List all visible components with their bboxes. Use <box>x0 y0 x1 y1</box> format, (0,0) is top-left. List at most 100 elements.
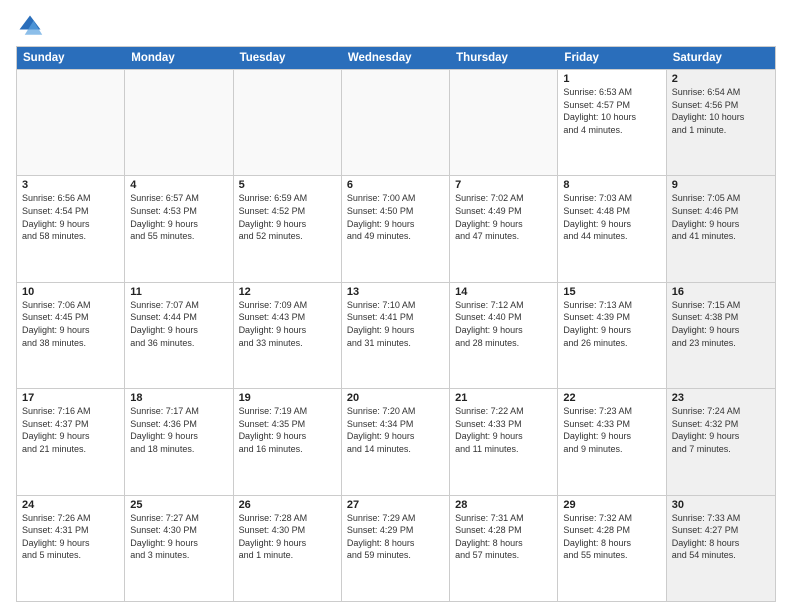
day-info: Sunrise: 7:02 AM Sunset: 4:49 PM Dayligh… <box>455 192 552 242</box>
day-number: 25 <box>130 499 227 511</box>
calendar-cell: 28Sunrise: 7:31 AM Sunset: 4:28 PM Dayli… <box>450 496 558 601</box>
calendar-cell: 30Sunrise: 7:33 AM Sunset: 4:27 PM Dayli… <box>667 496 775 601</box>
calendar-cell: 29Sunrise: 7:32 AM Sunset: 4:28 PM Dayli… <box>558 496 666 601</box>
day-info: Sunrise: 7:12 AM Sunset: 4:40 PM Dayligh… <box>455 299 552 349</box>
day-info: Sunrise: 7:20 AM Sunset: 4:34 PM Dayligh… <box>347 405 444 455</box>
calendar-cell: 11Sunrise: 7:07 AM Sunset: 4:44 PM Dayli… <box>125 283 233 388</box>
day-number: 9 <box>672 179 770 191</box>
day-info: Sunrise: 7:13 AM Sunset: 4:39 PM Dayligh… <box>563 299 660 349</box>
day-number: 4 <box>130 179 227 191</box>
day-info: Sunrise: 7:24 AM Sunset: 4:32 PM Dayligh… <box>672 405 770 455</box>
calendar-cell: 7Sunrise: 7:02 AM Sunset: 4:49 PM Daylig… <box>450 176 558 281</box>
day-info: Sunrise: 7:03 AM Sunset: 4:48 PM Dayligh… <box>563 192 660 242</box>
header <box>16 12 776 40</box>
day-number: 8 <box>563 179 660 191</box>
day-number: 27 <box>347 499 444 511</box>
calendar-cell: 2Sunrise: 6:54 AM Sunset: 4:56 PM Daylig… <box>667 70 775 175</box>
calendar-cell: 1Sunrise: 6:53 AM Sunset: 4:57 PM Daylig… <box>558 70 666 175</box>
calendar-cell: 15Sunrise: 7:13 AM Sunset: 4:39 PM Dayli… <box>558 283 666 388</box>
day-info: Sunrise: 7:26 AM Sunset: 4:31 PM Dayligh… <box>22 512 119 562</box>
calendar: SundayMondayTuesdayWednesdayThursdayFrid… <box>16 46 776 602</box>
day-info: Sunrise: 7:17 AM Sunset: 4:36 PM Dayligh… <box>130 405 227 455</box>
day-info: Sunrise: 7:28 AM Sunset: 4:30 PM Dayligh… <box>239 512 336 562</box>
day-info: Sunrise: 7:07 AM Sunset: 4:44 PM Dayligh… <box>130 299 227 349</box>
day-info: Sunrise: 6:56 AM Sunset: 4:54 PM Dayligh… <box>22 192 119 242</box>
day-number: 21 <box>455 392 552 404</box>
calendar-cell: 10Sunrise: 7:06 AM Sunset: 4:45 PM Dayli… <box>17 283 125 388</box>
calendar-cell: 13Sunrise: 7:10 AM Sunset: 4:41 PM Dayli… <box>342 283 450 388</box>
day-info: Sunrise: 7:23 AM Sunset: 4:33 PM Dayligh… <box>563 405 660 455</box>
header-day-friday: Friday <box>558 47 666 69</box>
calendar-cell: 22Sunrise: 7:23 AM Sunset: 4:33 PM Dayli… <box>558 389 666 494</box>
calendar-cell: 26Sunrise: 7:28 AM Sunset: 4:30 PM Dayli… <box>234 496 342 601</box>
day-number: 30 <box>672 499 770 511</box>
header-day-tuesday: Tuesday <box>234 47 342 69</box>
calendar-cell: 16Sunrise: 7:15 AM Sunset: 4:38 PM Dayli… <box>667 283 775 388</box>
day-info: Sunrise: 7:15 AM Sunset: 4:38 PM Dayligh… <box>672 299 770 349</box>
day-number: 6 <box>347 179 444 191</box>
calendar-cell: 23Sunrise: 7:24 AM Sunset: 4:32 PM Dayli… <box>667 389 775 494</box>
header-day-monday: Monday <box>125 47 233 69</box>
calendar-cell: 14Sunrise: 7:12 AM Sunset: 4:40 PM Dayli… <box>450 283 558 388</box>
calendar-cell: 17Sunrise: 7:16 AM Sunset: 4:37 PM Dayli… <box>17 389 125 494</box>
day-info: Sunrise: 7:32 AM Sunset: 4:28 PM Dayligh… <box>563 512 660 562</box>
day-number: 13 <box>347 286 444 298</box>
day-info: Sunrise: 7:09 AM Sunset: 4:43 PM Dayligh… <box>239 299 336 349</box>
day-number: 20 <box>347 392 444 404</box>
day-info: Sunrise: 7:33 AM Sunset: 4:27 PM Dayligh… <box>672 512 770 562</box>
calendar-cell <box>125 70 233 175</box>
day-info: Sunrise: 7:22 AM Sunset: 4:33 PM Dayligh… <box>455 405 552 455</box>
header-day-thursday: Thursday <box>450 47 558 69</box>
day-number: 7 <box>455 179 552 191</box>
header-day-sunday: Sunday <box>17 47 125 69</box>
day-number: 22 <box>563 392 660 404</box>
calendar-row: 10Sunrise: 7:06 AM Sunset: 4:45 PM Dayli… <box>17 282 775 388</box>
header-day-wednesday: Wednesday <box>342 47 450 69</box>
calendar-cell: 9Sunrise: 7:05 AM Sunset: 4:46 PM Daylig… <box>667 176 775 281</box>
calendar-header: SundayMondayTuesdayWednesdayThursdayFrid… <box>17 47 775 69</box>
day-number: 14 <box>455 286 552 298</box>
header-day-saturday: Saturday <box>667 47 775 69</box>
calendar-row: 1Sunrise: 6:53 AM Sunset: 4:57 PM Daylig… <box>17 69 775 175</box>
calendar-cell: 5Sunrise: 6:59 AM Sunset: 4:52 PM Daylig… <box>234 176 342 281</box>
calendar-cell: 19Sunrise: 7:19 AM Sunset: 4:35 PM Dayli… <box>234 389 342 494</box>
day-number: 16 <box>672 286 770 298</box>
day-number: 26 <box>239 499 336 511</box>
day-info: Sunrise: 6:59 AM Sunset: 4:52 PM Dayligh… <box>239 192 336 242</box>
calendar-cell: 25Sunrise: 7:27 AM Sunset: 4:30 PM Dayli… <box>125 496 233 601</box>
day-info: Sunrise: 7:10 AM Sunset: 4:41 PM Dayligh… <box>347 299 444 349</box>
day-number: 18 <box>130 392 227 404</box>
day-number: 24 <box>22 499 119 511</box>
calendar-cell: 6Sunrise: 7:00 AM Sunset: 4:50 PM Daylig… <box>342 176 450 281</box>
logo-icon <box>16 12 44 40</box>
day-info: Sunrise: 7:19 AM Sunset: 4:35 PM Dayligh… <box>239 405 336 455</box>
calendar-cell <box>342 70 450 175</box>
day-info: Sunrise: 7:06 AM Sunset: 4:45 PM Dayligh… <box>22 299 119 349</box>
day-info: Sunrise: 7:29 AM Sunset: 4:29 PM Dayligh… <box>347 512 444 562</box>
calendar-cell: 27Sunrise: 7:29 AM Sunset: 4:29 PM Dayli… <box>342 496 450 601</box>
page: SundayMondayTuesdayWednesdayThursdayFrid… <box>0 0 792 612</box>
day-number: 17 <box>22 392 119 404</box>
day-number: 3 <box>22 179 119 191</box>
calendar-cell: 8Sunrise: 7:03 AM Sunset: 4:48 PM Daylig… <box>558 176 666 281</box>
calendar-cell: 3Sunrise: 6:56 AM Sunset: 4:54 PM Daylig… <box>17 176 125 281</box>
calendar-cell <box>450 70 558 175</box>
calendar-row: 3Sunrise: 6:56 AM Sunset: 4:54 PM Daylig… <box>17 175 775 281</box>
calendar-cell: 21Sunrise: 7:22 AM Sunset: 4:33 PM Dayli… <box>450 389 558 494</box>
calendar-cell: 24Sunrise: 7:26 AM Sunset: 4:31 PM Dayli… <box>17 496 125 601</box>
day-info: Sunrise: 6:57 AM Sunset: 4:53 PM Dayligh… <box>130 192 227 242</box>
day-number: 29 <box>563 499 660 511</box>
calendar-row: 24Sunrise: 7:26 AM Sunset: 4:31 PM Dayli… <box>17 495 775 601</box>
day-number: 11 <box>130 286 227 298</box>
day-info: Sunrise: 6:54 AM Sunset: 4:56 PM Dayligh… <box>672 86 770 136</box>
day-number: 19 <box>239 392 336 404</box>
calendar-cell: 18Sunrise: 7:17 AM Sunset: 4:36 PM Dayli… <box>125 389 233 494</box>
day-number: 23 <box>672 392 770 404</box>
day-number: 12 <box>239 286 336 298</box>
day-info: Sunrise: 7:31 AM Sunset: 4:28 PM Dayligh… <box>455 512 552 562</box>
day-number: 28 <box>455 499 552 511</box>
day-info: Sunrise: 7:27 AM Sunset: 4:30 PM Dayligh… <box>130 512 227 562</box>
day-number: 2 <box>672 73 770 85</box>
day-number: 10 <box>22 286 119 298</box>
day-info: Sunrise: 7:00 AM Sunset: 4:50 PM Dayligh… <box>347 192 444 242</box>
